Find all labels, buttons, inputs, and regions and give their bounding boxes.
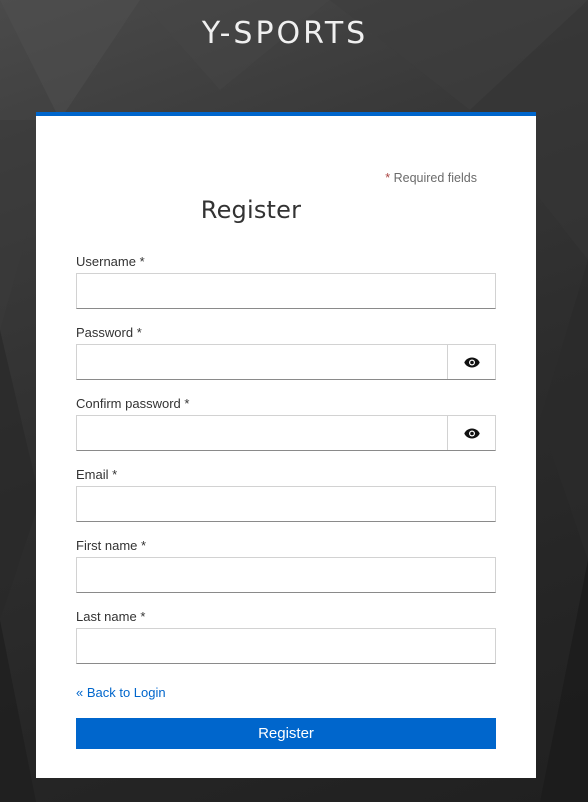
- first-name-wrapper: [76, 557, 496, 593]
- username-input[interactable]: [77, 274, 495, 308]
- last-name-group: Last name *: [76, 609, 496, 664]
- email-input[interactable]: [77, 487, 495, 521]
- email-label: Email *: [76, 467, 118, 482]
- confirm-password-input[interactable]: [77, 416, 449, 450]
- confirm-password-label: Confirm password *: [76, 396, 190, 411]
- username-wrapper: [76, 273, 496, 309]
- first-name-label: First name *: [76, 538, 147, 553]
- required-fields-note: * Required fields: [385, 171, 477, 185]
- back-to-login-link[interactable]: « Back to Login: [76, 685, 166, 700]
- password-input[interactable]: [77, 345, 449, 379]
- username-group: Username *: [76, 254, 496, 309]
- confirm-password-visibility-toggle[interactable]: [447, 416, 495, 450]
- last-name-label: Last name *: [76, 609, 146, 624]
- password-visibility-toggle[interactable]: [447, 345, 495, 379]
- register-card: * Required fields Register Username * Pa…: [36, 112, 536, 778]
- email-group: Email *: [76, 467, 496, 522]
- required-note-text: Required fields: [393, 171, 477, 185]
- required-star: *: [385, 171, 391, 185]
- password-label: Password *: [76, 325, 142, 340]
- brand-title: Y-SPORTS: [201, 16, 369, 51]
- first-name-group: First name *: [76, 538, 496, 593]
- email-wrapper: [76, 486, 496, 522]
- eye-icon: [463, 357, 480, 367]
- password-group: Password *: [76, 325, 496, 380]
- password-wrapper: [76, 344, 496, 380]
- confirm-password-wrapper: [76, 415, 496, 451]
- last-name-wrapper: [76, 628, 496, 664]
- last-name-input[interactable]: [77, 629, 495, 663]
- eye-icon: [463, 428, 480, 438]
- username-label: Username *: [76, 254, 145, 269]
- page-title: Register: [200, 196, 302, 224]
- confirm-password-group: Confirm password *: [76, 396, 496, 451]
- first-name-input[interactable]: [77, 558, 495, 592]
- register-button[interactable]: Register: [76, 718, 496, 749]
